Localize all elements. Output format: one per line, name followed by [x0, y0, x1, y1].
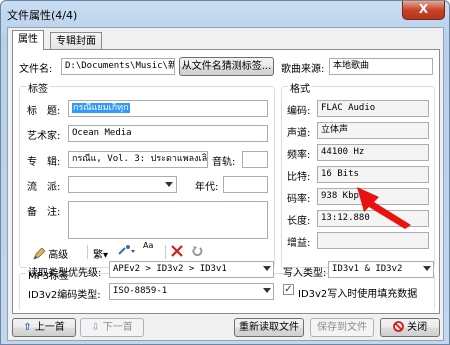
format-group-title: 格式	[288, 80, 312, 95]
next-label: 下一首	[102, 322, 133, 333]
close-label: 关闭	[407, 322, 428, 333]
dialog-client: 属性 专辑封面 文件名: D:\Documents\Music\新歌 从文件名猜…	[7, 27, 444, 341]
id3v2-encoding-value: ISO-8859-1	[113, 286, 168, 296]
close-button[interactable]: 关闭	[380, 318, 440, 337]
previous-button[interactable]: ⇧ 上一首	[12, 318, 76, 337]
previous-label: 上一首	[34, 322, 65, 333]
write-type-label: 写入类型:	[283, 268, 327, 279]
chevron-down-icon	[165, 182, 173, 187]
gain-field	[317, 232, 429, 249]
title-label: 标 题:	[27, 106, 61, 117]
filename-field[interactable]: D:\Documents\Music\新歌	[61, 58, 175, 75]
song-source-field[interactable]: 本地歌曲	[329, 58, 433, 75]
artist-field[interactable]: Ocean Media	[68, 125, 268, 142]
genre-label: 流 派:	[27, 182, 61, 193]
read-priority-combo[interactable]: APEv2 > ID3v2 > ID3v1	[109, 261, 274, 278]
reread-file-button[interactable]: 重新读取文件	[234, 318, 304, 337]
write-type-combo[interactable]: ID3v1 & ID3v2	[328, 261, 434, 278]
year-field[interactable]	[223, 176, 268, 193]
frequency-field: 44100 Hz	[317, 144, 429, 161]
title-bar[interactable]: 文件属性(4/4) X	[1, 1, 449, 27]
annotation-arrow-icon	[357, 187, 411, 229]
gain-label: 增益:	[287, 238, 311, 249]
frequency-label: 频率:	[287, 150, 311, 161]
length-label: 长度:	[287, 216, 311, 227]
comment-label: 备 注:	[27, 207, 61, 218]
tab-properties[interactable]: 属性	[12, 30, 44, 50]
read-priority-value: APEv2 > ID3v2 > ID3v1	[113, 264, 227, 274]
pad-data-checkbox[interactable]: ✓	[283, 284, 294, 295]
file-properties-window: 文件属性(4/4) X 属性 专辑封面 文件名: D:\Documents\Mu…	[0, 0, 450, 345]
mp3-group-body	[18, 248, 436, 314]
window-close-button[interactable]: X	[402, 1, 445, 20]
encoding-field: FLAC Audio	[317, 100, 429, 117]
id3v2-encoding-combo[interactable]: ISO-8859-1	[109, 283, 274, 300]
pad-data-label: ID3v2写入时使用填充数据	[298, 289, 418, 300]
next-button[interactable]: ⇩ 下一首	[80, 318, 144, 337]
genre-combo[interactable]	[68, 176, 177, 193]
album-field[interactable]: กรณีแ, Vol. 3: ประดาแพลงเลิก	[68, 151, 208, 168]
album-label: 专 辑:	[27, 157, 61, 168]
bits-field: 16 Bits	[317, 166, 429, 183]
channels-field: 立体声	[317, 122, 429, 139]
encoding-label: 编码:	[287, 106, 311, 117]
window-title: 文件属性(4/4)	[7, 9, 78, 22]
track-field[interactable]	[242, 151, 268, 168]
no-entry-icon	[393, 321, 404, 332]
arrow-down-icon: ⇩	[91, 322, 100, 333]
channels-label: 声道:	[287, 128, 311, 139]
id3v2-encoding-label: ID3v2编码类型:	[28, 290, 101, 301]
tab-album-cover[interactable]: 专辑封面	[50, 32, 102, 50]
year-label: 年代:	[195, 182, 219, 193]
bitrate-label: 码率:	[287, 194, 311, 205]
comment-field[interactable]	[68, 201, 268, 239]
chevron-down-icon	[423, 266, 431, 271]
read-priority-label: 读取类型优先级:	[28, 268, 102, 279]
bits-label: 比特:	[287, 172, 311, 183]
track-label: 音轨:	[212, 157, 236, 168]
title-value: กรณีแยมเก็ทุก	[72, 103, 130, 113]
chevron-down-icon	[263, 288, 271, 293]
arrow-up-icon: ⇧	[23, 322, 32, 333]
chevron-down-icon	[263, 266, 271, 271]
artist-label: 艺术家:	[27, 131, 61, 142]
tags-group-title: 标签	[26, 80, 50, 95]
song-source-label: 歌曲来源:	[281, 64, 325, 75]
save-to-file-button[interactable]: 保存到文件	[310, 318, 374, 337]
guess-from-filename-button[interactable]: 从文件名猜测标签...	[179, 57, 274, 76]
filename-label: 文件名:	[19, 64, 53, 75]
title-field[interactable]: กรณีแยมเก็ทุก	[68, 100, 268, 117]
write-type-value: ID3v1 & ID3v2	[332, 264, 403, 274]
